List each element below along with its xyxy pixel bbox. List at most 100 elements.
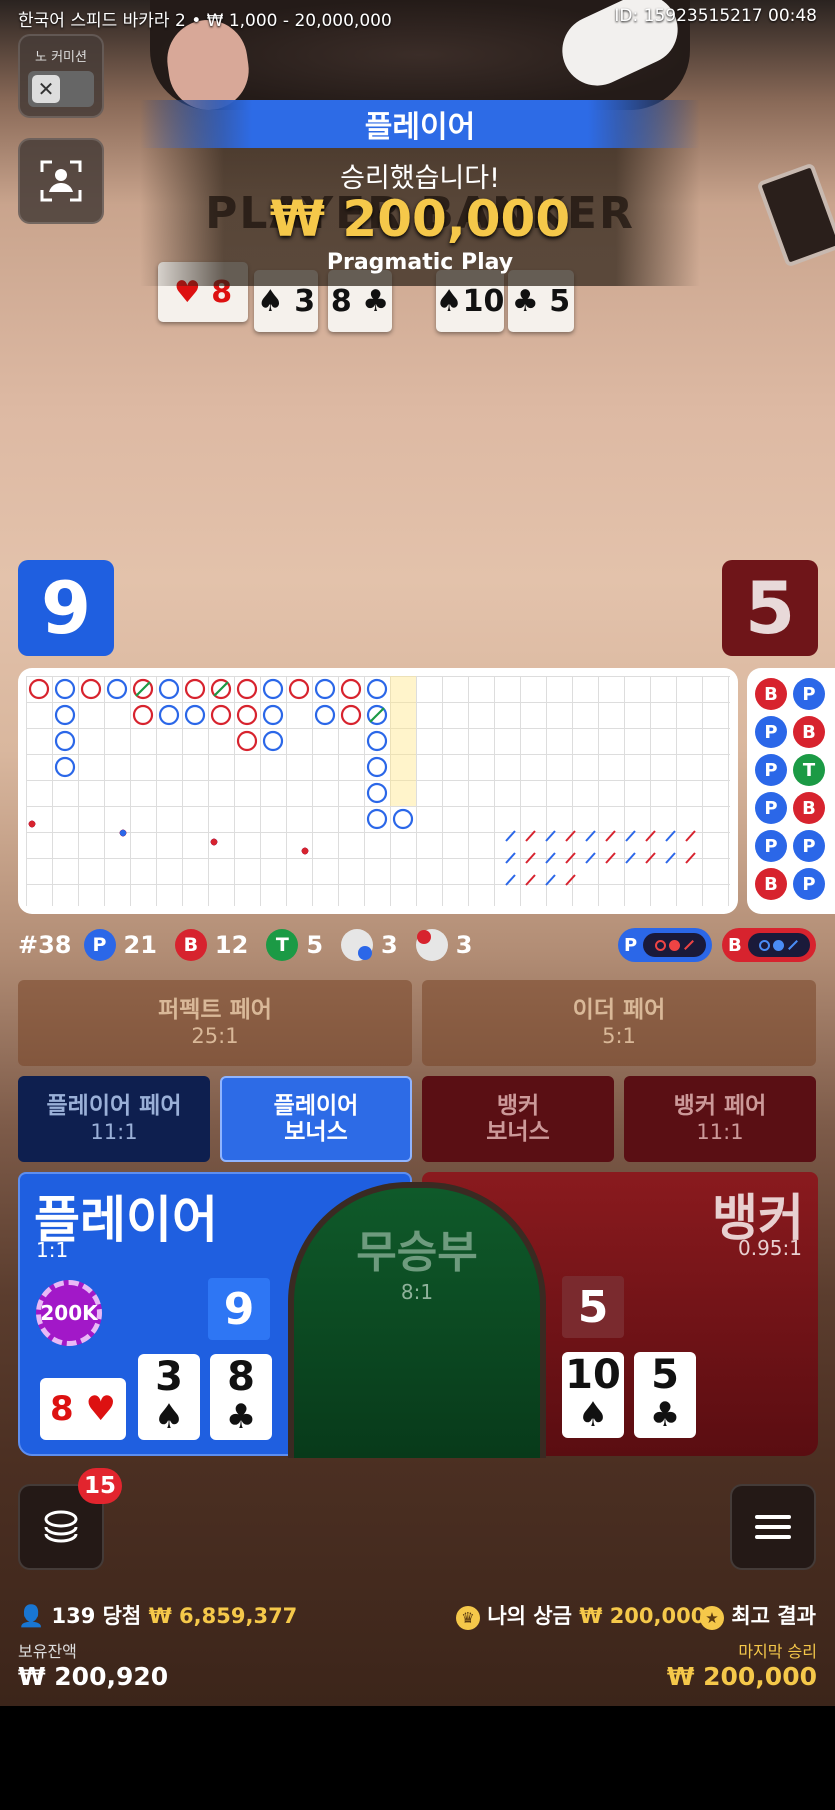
banker-bonus-bet[interactable]: 뱅커 보너스 xyxy=(422,1076,614,1162)
player-predict-button[interactable]: P xyxy=(618,928,712,962)
star-icon: ★ xyxy=(700,1606,724,1630)
road-map[interactable] xyxy=(18,668,738,914)
game-stage: 한국어 스피드 바카라 2 • ₩ 1,000 - 20,000,000 ID:… xyxy=(0,0,835,1706)
banker-score: 5 xyxy=(722,560,818,656)
my-prize-info: ♛ 나의 상금 ₩ 200,000 xyxy=(456,1600,705,1630)
tie-stat: T5 xyxy=(266,929,323,961)
player-bonus-bet[interactable]: 플레이어 보너스 xyxy=(220,1076,412,1162)
bead-road-cell: P xyxy=(793,678,825,710)
tie-bet-area[interactable]: 무승부 8:1 xyxy=(288,1182,546,1458)
perfect-pair-label: 퍼펙트 페어 xyxy=(158,997,272,1023)
winners-count: 139 당첨 xyxy=(51,1604,142,1628)
chip-200k: 200K xyxy=(36,1280,102,1346)
banker-pair-bet[interactable]: 뱅커 페어 11:1 xyxy=(624,1076,816,1162)
winners-info: 👤 139 당첨 ₩ 6,859,377 xyxy=(18,1600,297,1630)
banker-predict-button[interactable]: B xyxy=(722,928,816,962)
bead-road-cell: B xyxy=(793,716,825,748)
big-road-mark xyxy=(236,730,258,752)
big-road-mark xyxy=(366,808,388,830)
chips-count-badge: 15 xyxy=(78,1468,122,1504)
big-road-mark xyxy=(366,678,388,700)
bead-road[interactable]: BPPBPTPBPPBP xyxy=(747,668,835,914)
player-hand-score: 9 xyxy=(208,1278,270,1340)
big-road-mark xyxy=(54,730,76,752)
table-info: 한국어 스피드 바카라 2 • ₩ 1,000 - 20,000,000 xyxy=(18,11,392,31)
best-result-label: 최고 결과 xyxy=(731,1604,816,1628)
bead-road-cell: P xyxy=(755,754,787,786)
big-road-mark xyxy=(106,678,128,700)
menu-button[interactable] xyxy=(730,1484,816,1570)
close-icon: ✕ xyxy=(32,74,60,103)
cockroach-road-mark xyxy=(645,852,656,864)
player-wins-stat: P 21 xyxy=(83,929,157,961)
big-road-mark xyxy=(236,678,258,700)
cockroach-road-mark xyxy=(625,830,636,842)
cockroach-road-mark xyxy=(585,830,596,842)
bead-road-cell: T xyxy=(793,754,825,786)
big-road-mark xyxy=(262,678,284,700)
big-road-mark xyxy=(340,678,362,700)
big-road-mark xyxy=(132,704,154,726)
no-commission-toggle[interactable]: 노 커미션 ✕ xyxy=(18,34,104,118)
cockroach-road-mark xyxy=(545,874,556,886)
last-win-label: 마지막 승리 xyxy=(738,1642,817,1661)
stats-bar: #38 P 21 B 12 T5 3 3 xyxy=(18,925,835,965)
balance-label: 보유잔액 xyxy=(18,1642,77,1661)
hamburger-icon xyxy=(755,1515,791,1539)
derived-road-dot xyxy=(28,820,36,828)
player-pair-stat: 3 xyxy=(341,929,398,961)
win-banner: 플레이어 승리했습니다! PLAYER BANKER ₩ 200,000 Pra… xyxy=(140,100,700,286)
derived-road-dot xyxy=(301,847,309,855)
camera-view-button[interactable] xyxy=(18,138,104,224)
player-card-3: 8 ♣ xyxy=(210,1354,272,1440)
derived-road-dot xyxy=(119,829,127,837)
bead-road-cell: B xyxy=(755,678,787,710)
tie-bet-label: 무승부 xyxy=(356,1227,478,1278)
user-icon: 👤 xyxy=(18,1604,45,1628)
cockroach-road-mark xyxy=(605,830,616,842)
card-shoe xyxy=(756,162,835,268)
cockroach-road-mark xyxy=(685,852,696,864)
cockroach-road-mark xyxy=(505,852,516,864)
balance-amount: ₩ 200,920 xyxy=(18,1662,169,1691)
cockroach-road-mark xyxy=(505,874,516,886)
player-bonus-line1: 플레이어 xyxy=(273,1093,359,1119)
tie-mark xyxy=(213,681,229,697)
banker-card-2: 5 ♣ xyxy=(634,1352,696,1438)
big-road-mark xyxy=(54,678,76,700)
either-pair-odds: 5:1 xyxy=(602,1024,636,1048)
best-result-info: ★ 최고 결과 xyxy=(700,1600,835,1630)
big-road-mark xyxy=(392,808,414,830)
big-road-mark xyxy=(236,704,258,726)
big-road xyxy=(28,678,696,886)
bead-road-cell: P xyxy=(755,716,787,748)
win-side-label: 플레이어 xyxy=(140,100,700,148)
banker-pair-icon xyxy=(415,929,448,961)
big-road-mark xyxy=(366,782,388,804)
perfect-pair-bet[interactable]: 퍼펙트 페어 25:1 xyxy=(18,980,412,1066)
player-bonus-line2: 보너스 xyxy=(284,1119,348,1145)
banker-dot: B xyxy=(174,929,207,961)
player-score: 9 xyxy=(18,560,114,656)
perfect-pair-odds: 25:1 xyxy=(191,1024,239,1048)
big-road-mark xyxy=(366,730,388,752)
cockroach-road-mark xyxy=(625,852,636,864)
round-number: #38 xyxy=(18,931,72,959)
cockroach-road-mark xyxy=(525,874,536,886)
toggle-switch[interactable]: ✕ xyxy=(28,70,94,107)
player-pair-label: 플레이어 페어 xyxy=(46,1093,182,1119)
cockroach-road-mark xyxy=(585,852,596,864)
tie-dot: T xyxy=(266,929,299,961)
cockroach-road-mark xyxy=(545,852,556,864)
cockroach-road-mark xyxy=(605,852,616,864)
person-frame-icon xyxy=(40,160,82,202)
big-road-mark xyxy=(184,678,206,700)
either-pair-bet[interactable]: 이더 페어 5:1 xyxy=(422,980,816,1066)
big-road-mark xyxy=(158,704,180,726)
big-road-mark xyxy=(314,678,336,700)
banker-bonus-line1: 뱅커 xyxy=(496,1093,540,1119)
player-pair-bet[interactable]: 플레이어 페어 11:1 xyxy=(18,1076,210,1162)
player-card-1: 8 ♥ xyxy=(40,1378,126,1440)
predict-b-label: B xyxy=(728,934,742,956)
ties: 5 xyxy=(306,931,324,959)
